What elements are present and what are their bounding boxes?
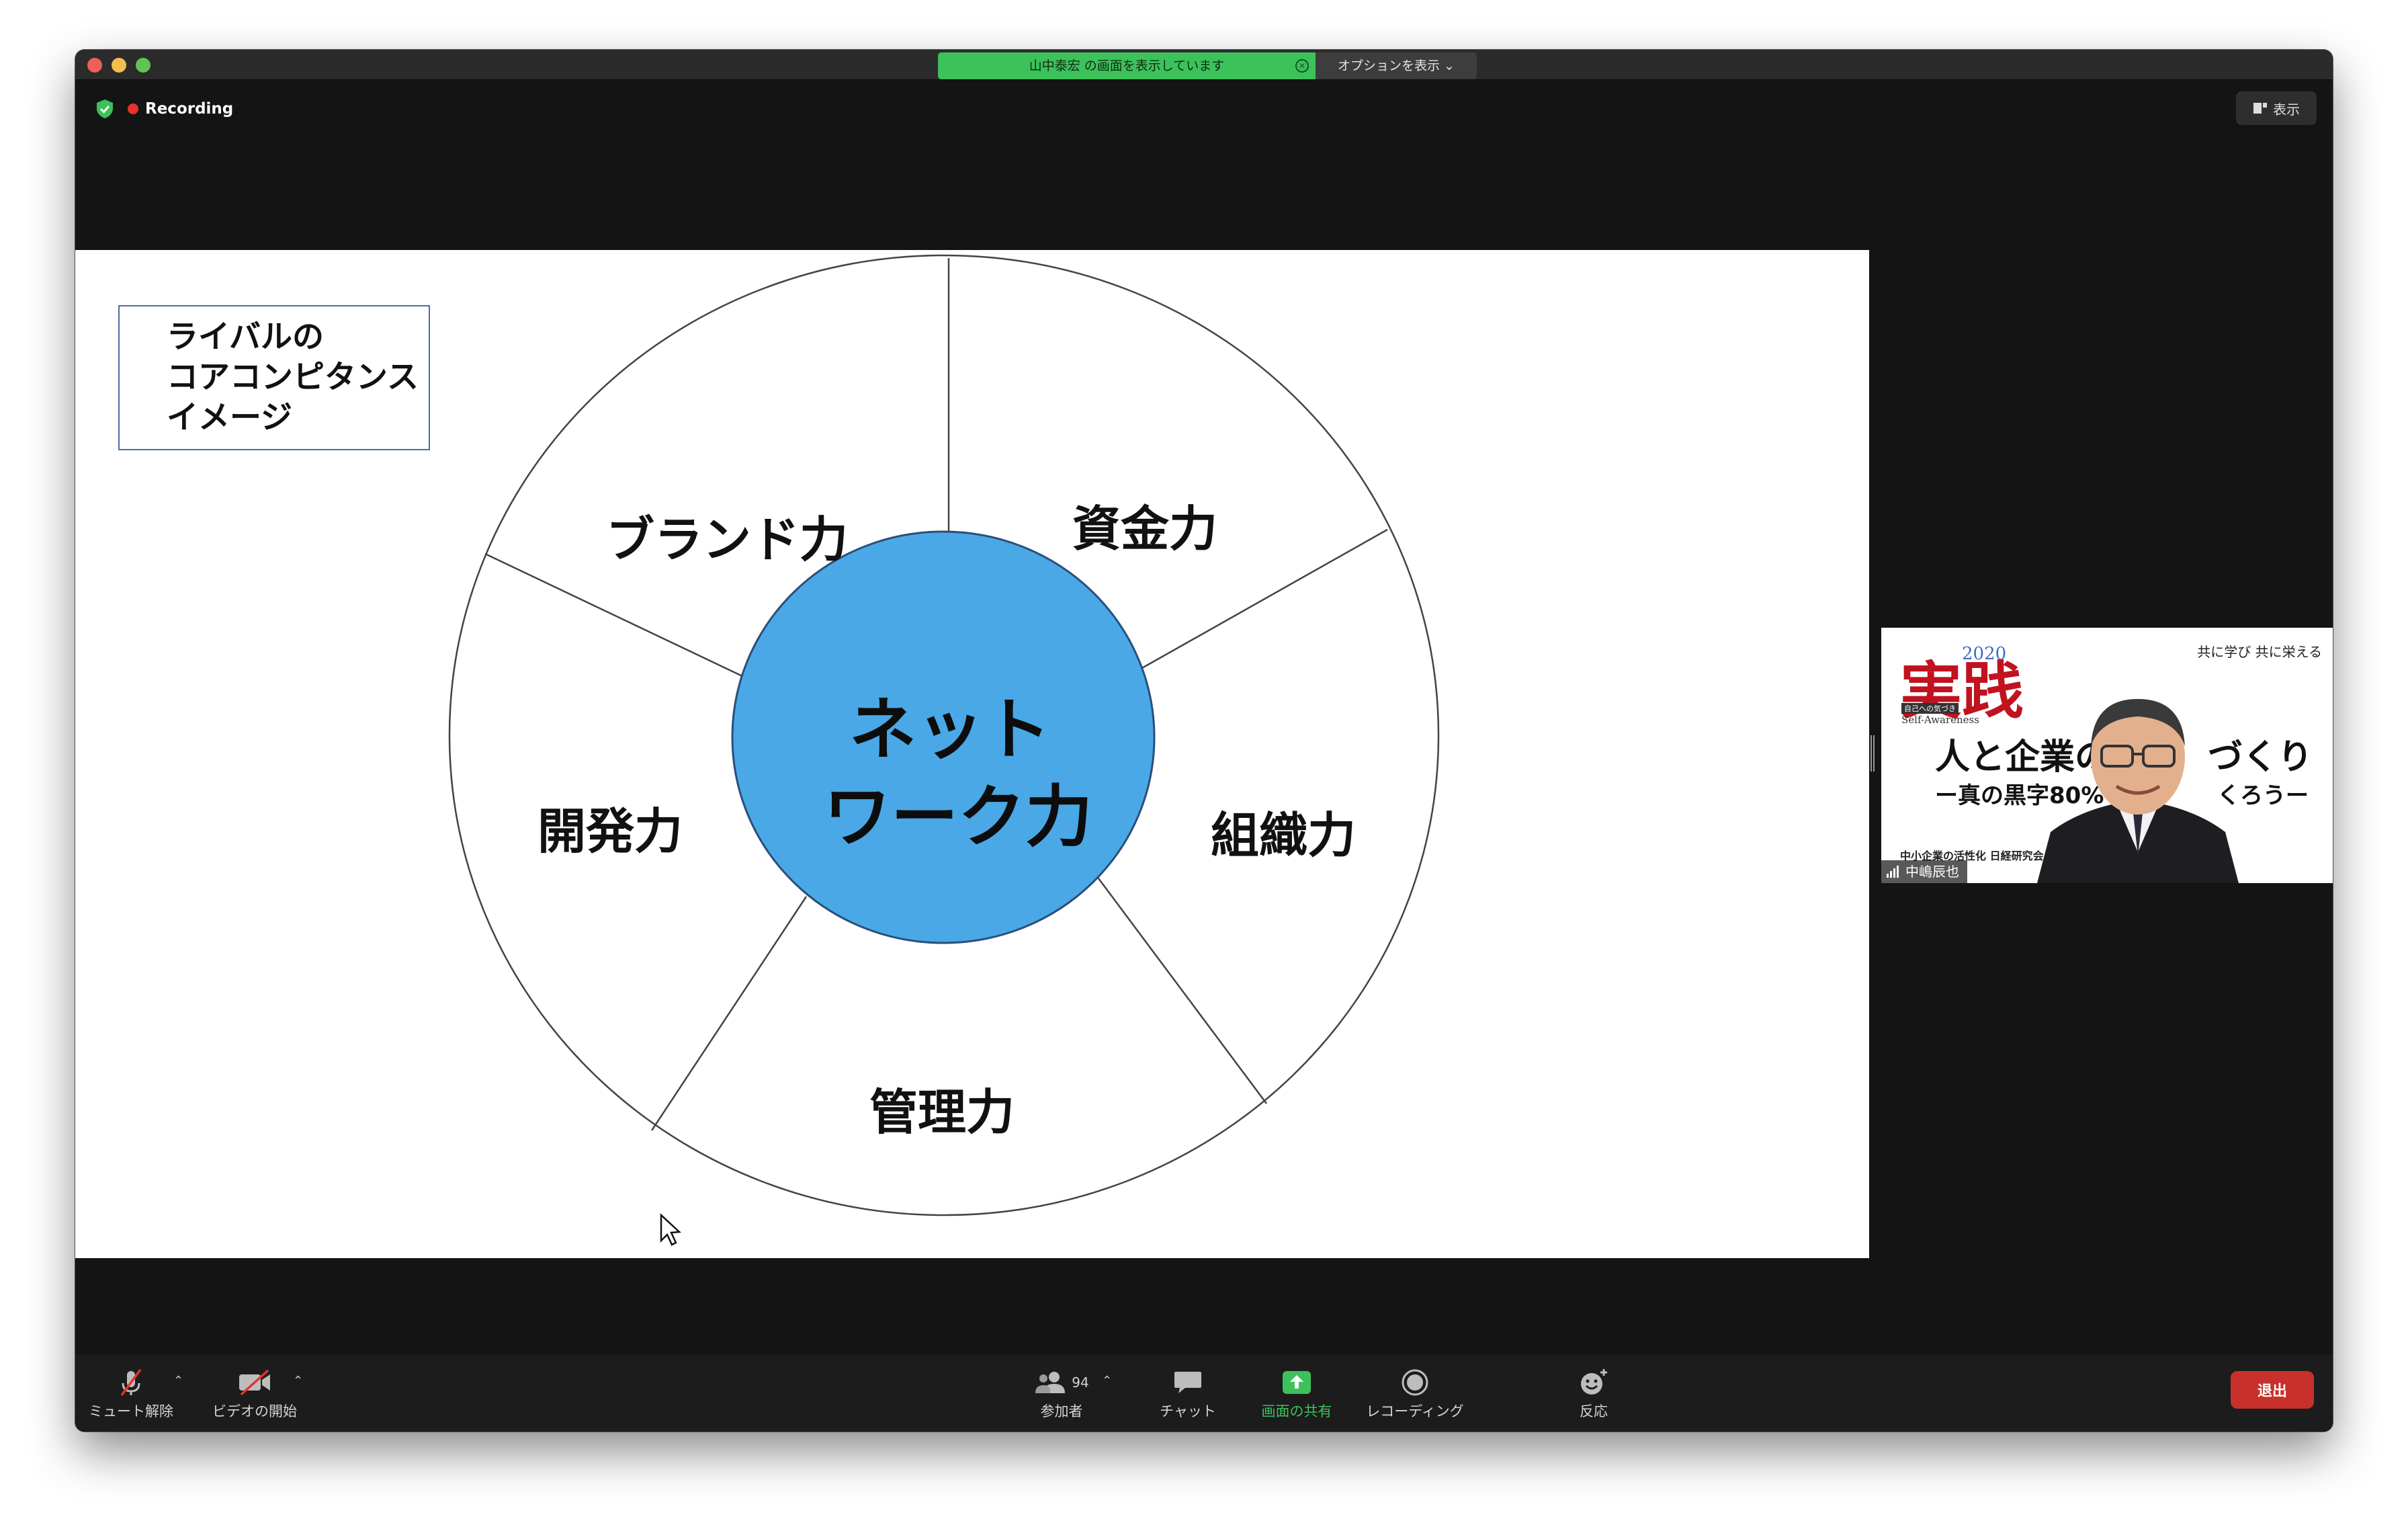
reactions-button[interactable]: 反応 bbox=[1560, 1366, 1627, 1421]
center-label-line1: ネット bbox=[849, 690, 1051, 769]
resize-handle[interactable] bbox=[1870, 735, 1876, 772]
slide-title-line1: ライバルの bbox=[167, 319, 325, 356]
video-options-caret-icon[interactable]: ⌃ bbox=[293, 1374, 303, 1388]
participants-button[interactable]: 94 参加者 bbox=[1021, 1366, 1102, 1421]
leave-meeting-button[interactable]: 退出 bbox=[2231, 1371, 2314, 1409]
thumbnail-subtitle-en: Self-Awareness bbox=[1901, 714, 1979, 726]
participant-person-image bbox=[2037, 699, 2239, 883]
unmute-label: ミュート解除 bbox=[89, 1403, 173, 1419]
segment-label-brand: ブランド力 bbox=[606, 511, 848, 568]
share-screen-button[interactable]: 画面の共有 bbox=[1250, 1366, 1344, 1421]
zoom-window: 山中泰宏 の画面を表示しています ✕ オプションを表示 ⌄ Recording … bbox=[75, 50, 2333, 1432]
mouse-pointer-icon bbox=[660, 1213, 681, 1246]
participants-caret-icon[interactable]: ⌃ bbox=[1102, 1374, 1112, 1388]
participant-video-thumbnail[interactable]: 実践 2020 自己への気づき Self-Awareness 共に学び 共に栄え… bbox=[1881, 628, 2333, 883]
thumbnail-year: 2020 bbox=[1962, 644, 2007, 664]
shared-slide: ネット ワーク力 ブランド力 資金力 組織力 管理力 開発力 ライバルの コアコ… bbox=[75, 250, 1869, 1258]
segment-label-management: 管理力 bbox=[869, 1084, 1015, 1141]
segment-label-funds: 資金力 bbox=[1072, 501, 1217, 557]
participant-name: 中嶋辰也 bbox=[1905, 864, 1959, 880]
slide-title-line3: イメージ bbox=[167, 399, 293, 436]
record-label: レコーディング bbox=[1366, 1403, 1464, 1419]
record-icon bbox=[1402, 1369, 1428, 1396]
security-shield-icon[interactable] bbox=[95, 99, 114, 119]
share-screen-icon bbox=[1283, 1371, 1311, 1394]
segment-label-organization: 組織力 bbox=[1211, 807, 1356, 864]
connection-signal-icon bbox=[1887, 866, 1900, 878]
record-button[interactable]: レコーディング bbox=[1354, 1366, 1475, 1421]
participants-count: 94 bbox=[1072, 1374, 1089, 1391]
thumbnail-subtitle-small: 自己への気づき bbox=[1901, 703, 1959, 714]
meeting-toolbar: ミュート解除 ⌃ ビデオの開始 ⌃ 94 参加者 ⌃ チャット 画面の共有 レコ… bbox=[75, 1355, 2333, 1432]
unmute-button[interactable]: ミュート解除 bbox=[87, 1366, 175, 1421]
chat-button[interactable]: チャット bbox=[1148, 1366, 1228, 1421]
screen-share-banner-text: 山中泰宏 の画面を表示しています bbox=[1029, 58, 1225, 73]
microphone-muted-icon bbox=[120, 1368, 142, 1397]
reactions-label: 反応 bbox=[1580, 1403, 1608, 1419]
fullscreen-window-button[interactable] bbox=[136, 58, 150, 73]
center-label-line2: ワーク力 bbox=[824, 778, 1092, 856]
minimize-window-button[interactable] bbox=[112, 58, 126, 73]
reactions-emoji-icon bbox=[1581, 1369, 1607, 1395]
start-video-button[interactable]: ビデオの開始 bbox=[207, 1366, 302, 1421]
view-options-button[interactable]: オプションを表示 ⌄ bbox=[1316, 52, 1477, 79]
video-off-icon bbox=[239, 1369, 270, 1396]
thumbnail-motto: 共に学び 共に栄える bbox=[2197, 644, 2322, 660]
participants-icon bbox=[1035, 1372, 1066, 1393]
chat-icon bbox=[1174, 1372, 1201, 1393]
stop-viewing-icon[interactable]: ✕ bbox=[1295, 59, 1309, 73]
screen-share-banner: 山中泰宏 の画面を表示しています ✕ bbox=[938, 52, 1316, 79]
participant-name-tag: 中嶋辰也 bbox=[1881, 860, 1967, 883]
share-screen-label: 画面の共有 bbox=[1261, 1403, 1332, 1419]
chat-label: チャット bbox=[1160, 1403, 1216, 1419]
start-video-label: ビデオの開始 bbox=[212, 1403, 297, 1419]
title-bar: 山中泰宏 の画面を表示しています ✕ オプションを表示 ⌄ bbox=[75, 50, 2333, 80]
segment-label-development: 開発力 bbox=[538, 803, 683, 860]
slide-title-line2: コアコンピタンス bbox=[167, 359, 419, 396]
slide-title-box: ライバルの コアコンピタンス イメージ bbox=[118, 305, 430, 450]
participants-label: 参加者 bbox=[1040, 1403, 1083, 1419]
recording-label: Recording bbox=[145, 100, 234, 118]
view-button-label: 表示 bbox=[2273, 101, 2300, 118]
audio-options-caret-icon[interactable]: ⌃ bbox=[173, 1374, 183, 1388]
close-window-button[interactable] bbox=[87, 58, 102, 73]
view-button[interactable]: 表示 bbox=[2236, 91, 2317, 125]
meeting-status: Recording bbox=[95, 97, 233, 121]
recording-dot-icon bbox=[128, 104, 138, 114]
view-layout-icon bbox=[2253, 103, 2267, 114]
